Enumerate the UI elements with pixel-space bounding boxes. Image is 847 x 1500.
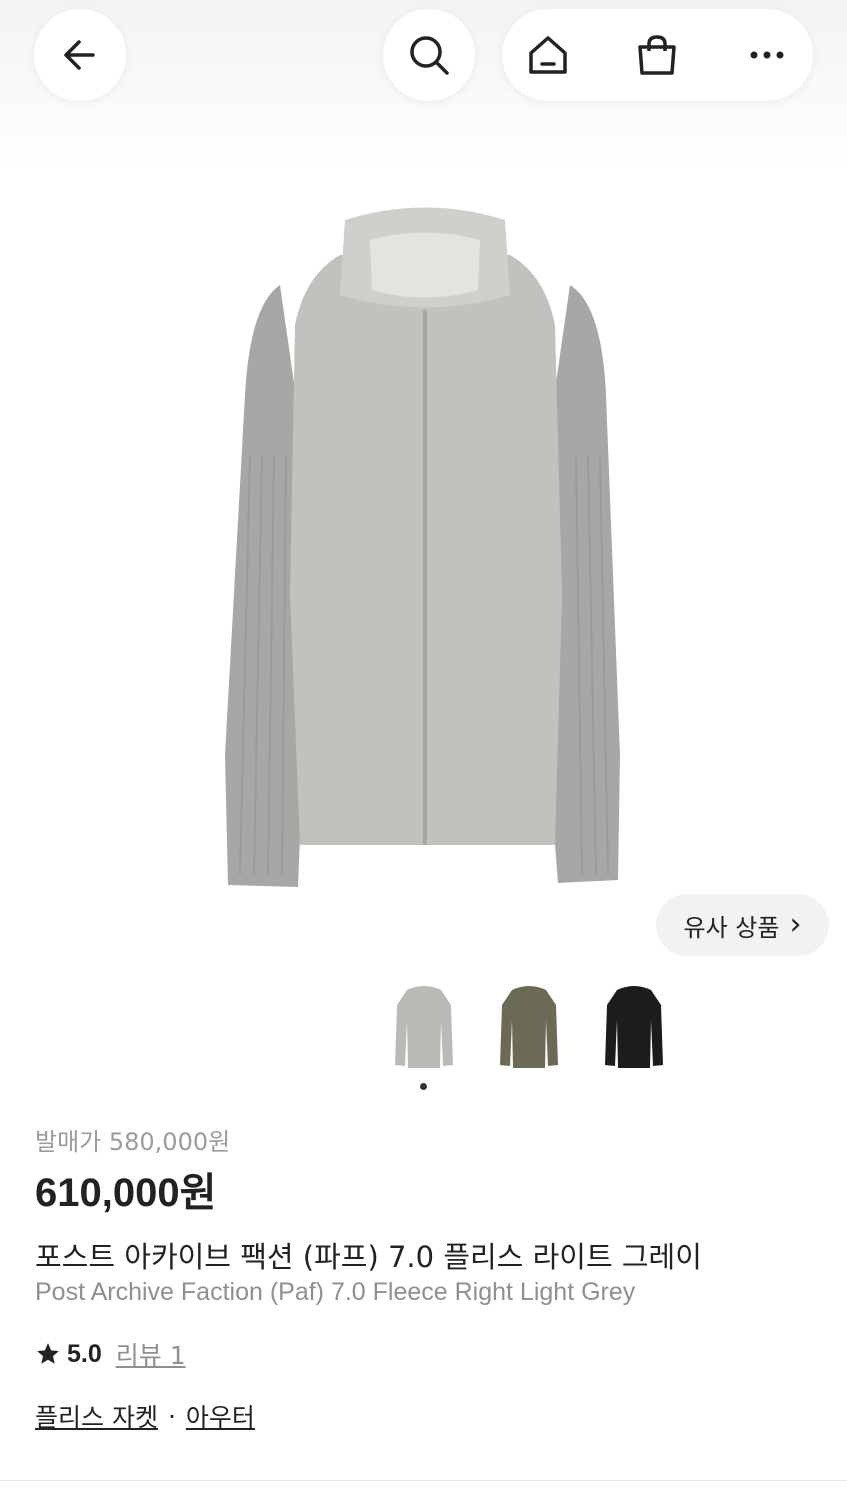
review-link[interactable]: 리뷰 1: [116, 1336, 186, 1372]
carousel-indicator-dot: [420, 1083, 427, 1090]
header-actions: [502, 9, 813, 101]
thumbnail-grey[interactable]: [393, 980, 455, 1072]
search-button[interactable]: [383, 9, 475, 101]
shopping-bag-icon: [638, 35, 676, 75]
similar-products-label: 유사 상품: [683, 913, 780, 942]
product-image-area[interactable]: 유사 상품 ›: [0, 0, 847, 1080]
search-icon: [410, 36, 449, 75]
category-link-fleece-jacket[interactable]: 플리스 자켓: [35, 1398, 158, 1434]
rating-row: 5.0 리뷰 1: [35, 1336, 815, 1372]
home-button[interactable]: [521, 28, 575, 82]
product-name-english: Post Archive Faction (Paf) 7.0 Fleece Ri…: [35, 1278, 636, 1306]
category-link-outer[interactable]: 아우터: [186, 1398, 255, 1434]
similar-products-button[interactable]: 유사 상품 ›: [656, 894, 829, 956]
category-breadcrumb: 플리스 자켓 · 아우터: [35, 1398, 815, 1434]
product-name-korean: 포스트 아카이브 팩션 (파프) 7.0 플리스 라이트 그레이: [35, 1240, 702, 1274]
back-button[interactable]: [34, 9, 126, 101]
section-divider: [0, 1480, 847, 1481]
category-separator: ·: [167, 1401, 176, 1431]
arrow-left-icon: [64, 40, 95, 70]
product-image[interactable]: [210, 195, 640, 895]
thumbnail-olive[interactable]: [498, 980, 560, 1072]
rating-score: 5.0: [67, 1339, 102, 1368]
star-icon: [37, 1343, 59, 1364]
thumbnail-black[interactable]: [603, 980, 665, 1072]
release-price: 발매가 580,000원: [35, 1128, 231, 1156]
home-icon: [529, 36, 567, 74]
chevron-right-icon: ›: [789, 907, 802, 942]
product-price: 610,000원: [35, 1171, 217, 1215]
more-dots-icon: [750, 51, 784, 59]
cart-button[interactable]: [630, 28, 684, 82]
more-button[interactable]: [740, 28, 794, 82]
